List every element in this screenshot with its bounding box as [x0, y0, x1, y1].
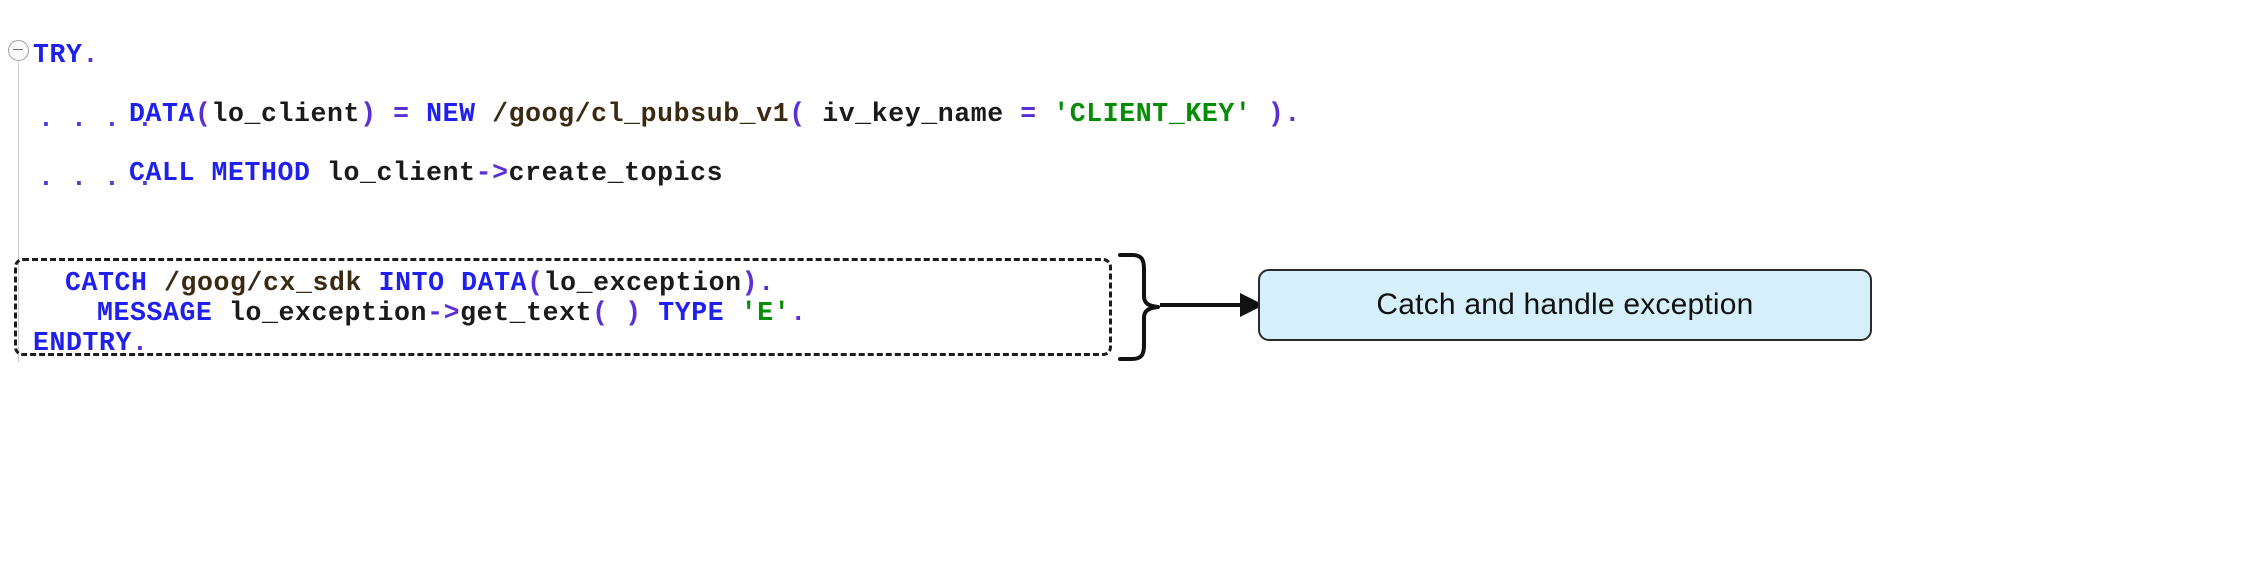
line-try[interactable]: TRY. — [33, 40, 99, 70]
arrow-right-icon — [1160, 293, 1264, 317]
code-token: iv_key_name — [805, 99, 1021, 129]
code-token: lo_exception — [543, 268, 742, 298]
collapse-minus-icon[interactable] — [8, 40, 29, 61]
line-call-method[interactable]: CALL METHOD lo_client->create_topics — [129, 158, 723, 188]
code-token: ( — [789, 99, 806, 129]
code-token: lo_exception — [212, 298, 428, 328]
code-token: = — [1020, 99, 1037, 129]
line-catch[interactable]: CATCH /goog/cx_sdk INTO DATA(lo_exceptio… — [65, 268, 775, 298]
code-token: /goog/cx_sdk — [164, 268, 363, 298]
code-token: METHOD — [211, 158, 311, 188]
line-endtry[interactable]: ENDTRY. — [33, 328, 149, 358]
arrow-connector — [1160, 288, 1270, 322]
code-token: . — [790, 298, 807, 328]
code-token: get_text — [460, 298, 593, 328]
code-token: TYPE — [658, 298, 725, 328]
code-token: ENDTRY — [33, 328, 133, 358]
code-token: NEW — [426, 99, 476, 129]
code-token: . — [1284, 99, 1301, 129]
code-token: lo_client — [310, 158, 476, 188]
code-token: -> — [427, 298, 461, 328]
code-token: . — [758, 268, 775, 298]
continuation-dots-2: . . . . — [38, 163, 154, 193]
abap-code-annotation-figure: TRY. DATA(lo_client) = NEW /goog/cl_pubsu… — [0, 0, 2248, 566]
code-token: ( — [592, 298, 609, 328]
code-token: 'CLIENT_KEY' — [1053, 99, 1252, 129]
code-token: TRY — [33, 40, 83, 70]
code-token: ) — [741, 268, 759, 298]
annotation-callout-label: Catch and handle exception — [1376, 288, 1754, 321]
code-token: = — [393, 99, 410, 129]
code-token: INTO — [378, 268, 445, 298]
code-token: lo_client — [211, 99, 361, 129]
code-token: create_topics — [508, 158, 724, 188]
code-fold-rail — [18, 62, 19, 362]
code-token: /goog/cl_pubsub_v1 — [492, 99, 790, 129]
code-token: ( — [527, 268, 544, 298]
code-token: . — [82, 40, 100, 70]
code-token: ) — [1267, 99, 1285, 129]
continuation-dots-1: . . . . — [38, 104, 154, 134]
code-token: DATA — [461, 268, 528, 298]
code-token: ) — [360, 99, 377, 129]
code-token: . — [132, 328, 149, 358]
code-token: -> — [475, 158, 509, 188]
code-token: 'E' — [740, 298, 791, 328]
annotation-callout-box: Catch and handle exception — [1258, 269, 1872, 341]
code-token: MESSAGE — [97, 298, 213, 328]
code-token: ( — [195, 99, 212, 129]
line-message[interactable]: MESSAGE lo_exception->get_text( ) TYPE '… — [97, 298, 807, 328]
line-data-client[interactable]: DATA(lo_client) = NEW /goog/cl_pubsub_v1… — [129, 99, 1301, 129]
code-token: ) — [625, 298, 642, 328]
code-token: CATCH — [65, 268, 148, 298]
